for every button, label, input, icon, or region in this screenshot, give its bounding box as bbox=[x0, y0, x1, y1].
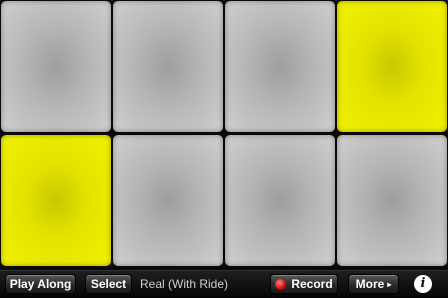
info-icon[interactable]: i bbox=[414, 275, 432, 293]
play-along-label: Play Along bbox=[9, 277, 72, 291]
more-label: More bbox=[355, 277, 385, 291]
record-button[interactable]: Record bbox=[270, 274, 338, 294]
record-label: Record bbox=[291, 277, 333, 291]
drum-pad-8[interactable] bbox=[337, 135, 447, 266]
play-along-button[interactable]: Play Along bbox=[5, 274, 76, 294]
play-arrow-icon: ▸ bbox=[387, 279, 392, 289]
drum-pad-7[interactable] bbox=[225, 135, 335, 266]
drum-pad-grid bbox=[0, 0, 448, 270]
drum-pad-6[interactable] bbox=[113, 135, 223, 266]
record-dot-icon bbox=[275, 278, 287, 290]
drum-pad-4[interactable] bbox=[337, 1, 447, 132]
drum-pad-2[interactable] bbox=[113, 1, 223, 132]
select-label: Select bbox=[90, 277, 127, 291]
drum-pad-3[interactable] bbox=[225, 1, 335, 132]
more-button[interactable]: More ▸ bbox=[348, 274, 399, 294]
drum-pad-1[interactable] bbox=[1, 1, 111, 132]
kit-name: Real (With Ride) bbox=[140, 277, 229, 291]
select-kit-button[interactable]: Select bbox=[85, 274, 132, 294]
drum-pad-5[interactable] bbox=[1, 135, 111, 266]
